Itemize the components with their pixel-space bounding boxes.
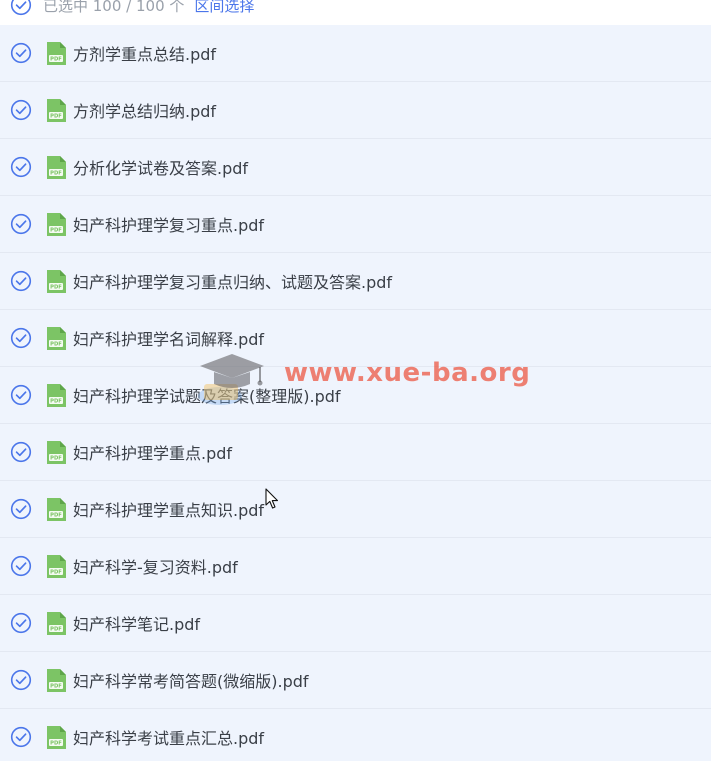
pdf-file-icon: PDF: [47, 98, 66, 122]
pdf-file-icon: PDF: [47, 725, 66, 749]
checked-circle-icon[interactable]: [10, 213, 32, 235]
checked-circle-icon[interactable]: [10, 270, 32, 292]
file-name: 分析化学试卷及答案.pdf: [73, 159, 249, 178]
file-row[interactable]: PDF 妇产科学笔记.pdf: [0, 595, 711, 652]
svg-text:PDF: PDF: [50, 569, 62, 575]
pdf-file-icon: PDF: [47, 440, 66, 464]
file-name: 妇产科护理学重点知识.pdf: [73, 501, 265, 520]
file-name: 方剂学总结归纳.pdf: [73, 102, 217, 121]
file-row[interactable]: PDF 方剂学重点总结.pdf: [0, 25, 711, 82]
checked-circle-icon[interactable]: [10, 498, 32, 520]
checked-circle-icon[interactable]: [10, 42, 32, 64]
pdf-file-icon: PDF: [47, 611, 66, 635]
file-row[interactable]: PDF 妇产科学考试重点汇总.pdf: [0, 709, 711, 761]
file-list: PDF 方剂学重点总结.pdf PDF 方剂学总结归纳.pdf PDF 分析化学试卷及答案…: [0, 25, 711, 761]
pdf-file-icon: PDF: [47, 41, 66, 65]
file-row[interactable]: PDF 妇产科护理学试题及答案(整理版).pdf: [0, 367, 711, 424]
file-row[interactable]: PDF 分析化学试卷及答案.pdf: [0, 139, 711, 196]
file-row[interactable]: PDF 妇产科护理学重点知识.pdf: [0, 481, 711, 538]
svg-text:PDF: PDF: [50, 626, 62, 632]
file-selection-page: 已选中 100 / 100 个 区间选择 PDF 方剂学重点总结.pdf PDF 方剂…: [0, 0, 711, 761]
checked-circle-icon[interactable]: [10, 327, 32, 349]
checked-circle-icon[interactable]: [10, 441, 32, 463]
selection-count-text: 已选中 100 / 100 个: [43, 0, 185, 15]
file-row[interactable]: PDF 妇产科护理学名词解释.pdf: [0, 310, 711, 367]
svg-text:PDF: PDF: [50, 683, 62, 689]
svg-text:PDF: PDF: [50, 227, 62, 233]
pdf-file-icon: PDF: [47, 497, 66, 521]
svg-text:PDF: PDF: [50, 455, 62, 461]
file-name: 妇产科学考试重点汇总.pdf: [73, 729, 265, 748]
file-name: 妇产科学-复习资料.pdf: [73, 558, 238, 577]
checked-circle-icon[interactable]: [10, 726, 32, 748]
svg-text:PDF: PDF: [50, 113, 62, 119]
svg-text:PDF: PDF: [50, 56, 62, 62]
file-row[interactable]: PDF 妇产科护理学重点.pdf: [0, 424, 711, 481]
file-name: 妇产科护理学重点.pdf: [73, 444, 233, 463]
checked-circle-icon[interactable]: [10, 669, 32, 691]
file-row[interactable]: PDF 妇产科学常考简答题(微缩版).pdf: [0, 652, 711, 709]
checked-circle-icon[interactable]: [10, 384, 32, 406]
svg-text:PDF: PDF: [50, 170, 62, 176]
file-row[interactable]: PDF 妇产科护理学复习重点归纳、试题及答案.pdf: [0, 253, 711, 310]
file-name: 方剂学重点总结.pdf: [73, 45, 217, 64]
file-name: 妇产科护理学复习重点.pdf: [73, 216, 265, 235]
file-name: 妇产科护理学试题及答案(整理版).pdf: [73, 387, 341, 406]
select-all-check-icon[interactable]: [10, 0, 32, 16]
checked-circle-icon[interactable]: [10, 555, 32, 577]
file-row[interactable]: PDF 方剂学总结归纳.pdf: [0, 82, 711, 139]
svg-text:PDF: PDF: [50, 512, 62, 518]
pdf-file-icon: PDF: [47, 554, 66, 578]
range-select-link[interactable]: 区间选择: [194, 0, 254, 16]
pdf-file-icon: PDF: [47, 155, 66, 179]
pdf-file-icon: PDF: [47, 212, 66, 236]
file-name: 妇产科学常考简答题(微缩版).pdf: [73, 672, 309, 691]
svg-text:PDF: PDF: [50, 740, 62, 746]
checked-circle-icon[interactable]: [10, 156, 32, 178]
file-row[interactable]: PDF 妇产科护理学复习重点.pdf: [0, 196, 711, 253]
pdf-file-icon: PDF: [47, 326, 66, 350]
pdf-file-icon: PDF: [47, 383, 66, 407]
pdf-file-icon: PDF: [47, 668, 66, 692]
file-row[interactable]: PDF 妇产科学-复习资料.pdf: [0, 538, 711, 595]
selection-header: 已选中 100 / 100 个 区间选择: [0, 0, 711, 24]
file-name: 妇产科护理学复习重点归纳、试题及答案.pdf: [73, 273, 393, 292]
pdf-file-icon: PDF: [47, 269, 66, 293]
svg-text:PDF: PDF: [50, 341, 62, 347]
svg-text:PDF: PDF: [50, 398, 62, 404]
file-name: 妇产科护理学名词解释.pdf: [73, 330, 265, 349]
file-name: 妇产科学笔记.pdf: [73, 615, 201, 634]
checked-circle-icon[interactable]: [10, 99, 32, 121]
checked-circle-icon[interactable]: [10, 612, 32, 634]
svg-text:PDF: PDF: [50, 284, 62, 290]
